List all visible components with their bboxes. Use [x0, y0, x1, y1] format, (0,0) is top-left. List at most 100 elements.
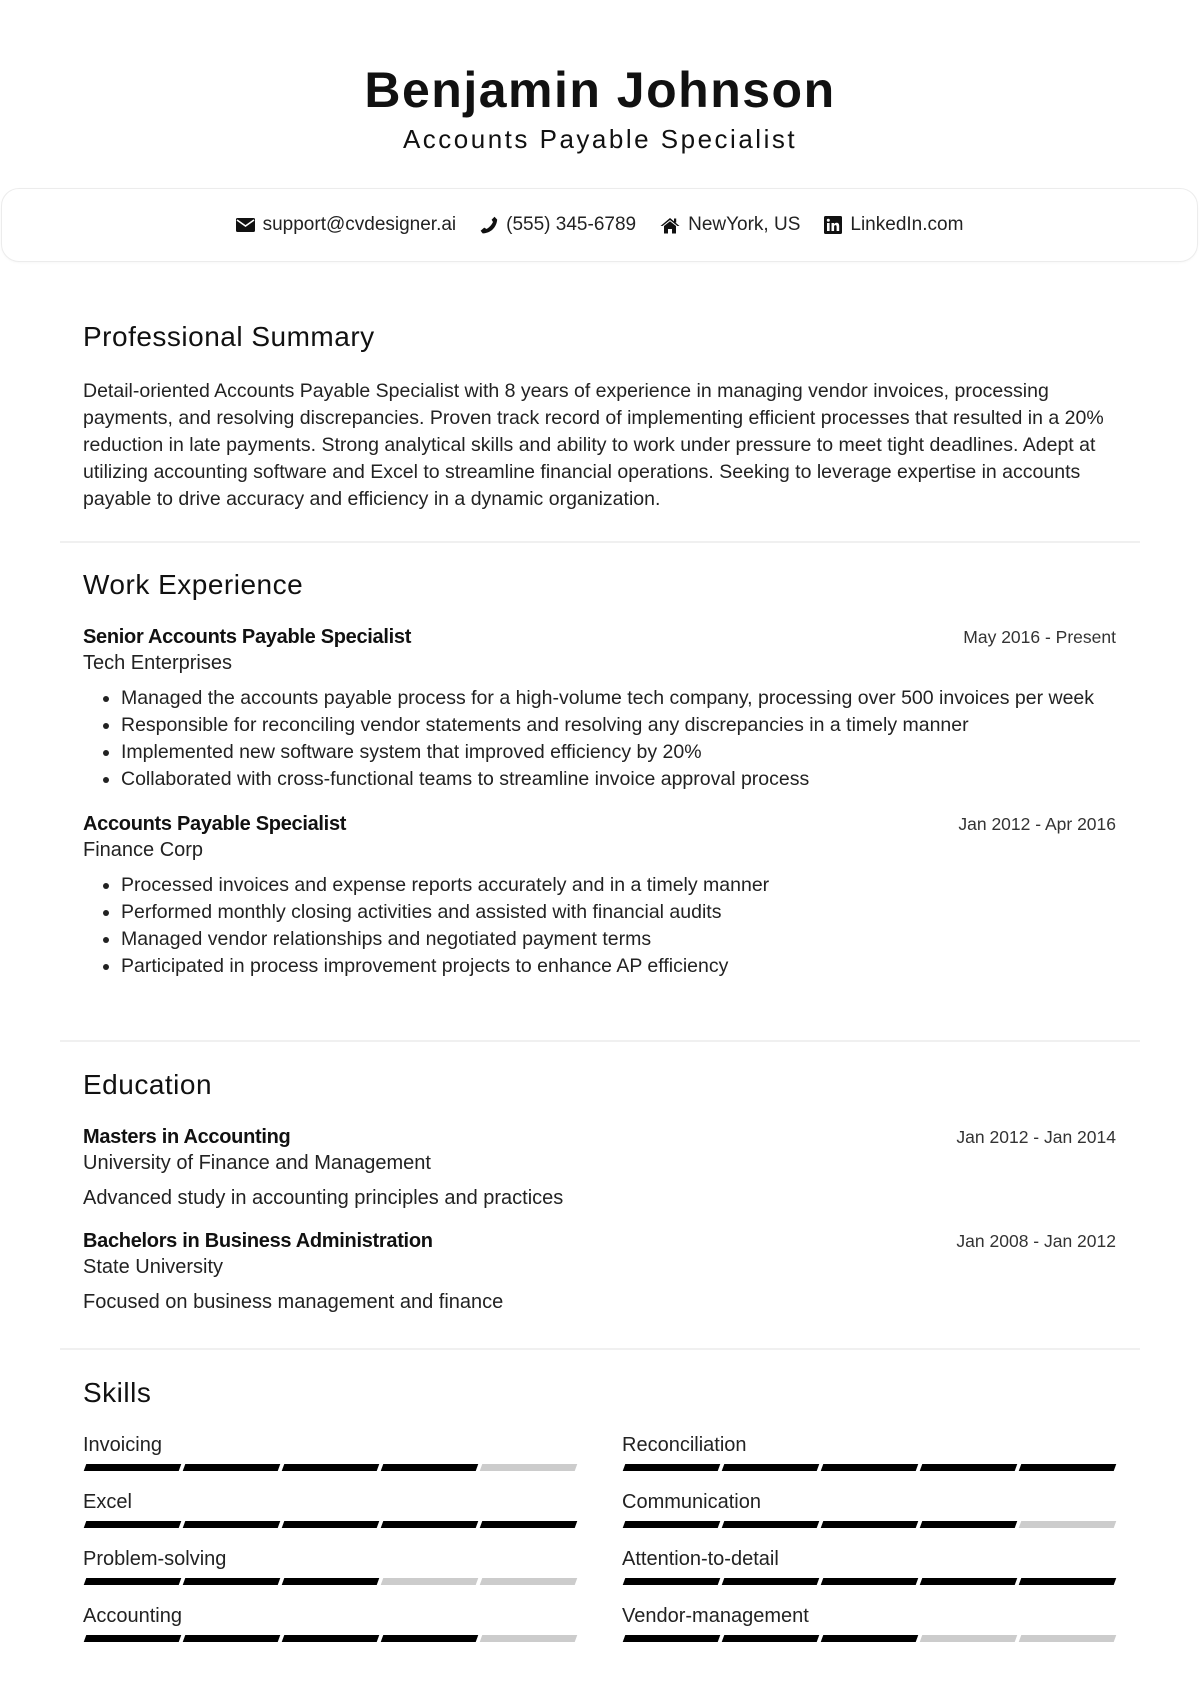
- skill-level-segment-filled: [83, 1464, 182, 1471]
- home-icon: [660, 217, 680, 234]
- school: State University: [83, 1256, 224, 1278]
- education-dates: Jan 2008 - Jan 2012: [956, 1231, 1116, 1251]
- education-heading: Education: [83, 1069, 213, 1100]
- envelope-icon: [235, 217, 255, 233]
- skill-level-segment-filled: [380, 1635, 479, 1642]
- skill-level-segment-filled: [919, 1464, 1018, 1471]
- contact-email[interactable]: support@cvdesigner.ai: [235, 214, 457, 236]
- linkedin-icon: [824, 216, 843, 234]
- skill-level-meter: [83, 1521, 578, 1528]
- job-entry: Accounts Payable Specialist Jan 2012 - A…: [83, 811, 1116, 980]
- skill-name: Problem-solving: [83, 1548, 227, 1570]
- skill-level-segment-filled: [182, 1521, 281, 1528]
- job-bullet: Participated in process improvement proj…: [121, 953, 1116, 980]
- skill-name: Vendor-management: [622, 1605, 809, 1627]
- degree: Masters in Accounting: [83, 1126, 291, 1148]
- skill-level-segment-filled: [721, 1635, 820, 1642]
- education-section: Education Masters in Accounting Jan 2012…: [83, 1068, 1116, 1316]
- skills-grid: Invoicing Reconciliation Excel Communicatio…: [83, 1432, 1119, 1660]
- skill-level-segment-empty: [479, 1464, 578, 1471]
- skill-level-segment-empty: [479, 1578, 578, 1585]
- resume-header: Benjamin Johnson Accounts Payable Specia…: [0, 60, 1200, 156]
- job-company: Tech Enterprises: [83, 652, 232, 674]
- skills-section: Skills Invoicing Reconciliation Excel Commu…: [83, 1376, 1119, 1660]
- section-divider: [60, 541, 1140, 543]
- skill-item: Vendor-management: [622, 1603, 1119, 1660]
- skill-item: Reconciliation: [622, 1432, 1119, 1489]
- skill-level-segment-filled: [721, 1578, 820, 1585]
- skill-level-meter: [622, 1578, 1119, 1585]
- skill-name: Attention-to-detail: [622, 1548, 779, 1570]
- degree: Bachelors in Business Administration: [83, 1230, 433, 1252]
- job-bullet: Implemented new software system that imp…: [121, 739, 1116, 766]
- skill-level-segment-empty: [919, 1635, 1018, 1642]
- job-dates: May 2016 - Present: [963, 627, 1116, 647]
- skill-item: Invoicing: [83, 1432, 578, 1489]
- skill-level-segment-filled: [721, 1521, 820, 1528]
- education-dates: Jan 2012 - Jan 2014: [956, 1127, 1116, 1147]
- skill-level-segment-filled: [622, 1464, 721, 1471]
- summary-heading: Professional Summary: [83, 321, 375, 352]
- skill-level-segment-filled: [83, 1635, 182, 1642]
- skill-level-segment-empty: [1018, 1521, 1117, 1528]
- skill-level-segment-filled: [182, 1635, 281, 1642]
- job-title: Senior Accounts Payable Specialist: [83, 626, 412, 648]
- skill-level-segment-filled: [281, 1521, 380, 1528]
- skill-level-segment-filled: [182, 1578, 281, 1585]
- job-bullet: Managed vendor relationships and negotia…: [121, 926, 1116, 953]
- skill-level-segment-filled: [1018, 1464, 1117, 1471]
- candidate-name: Benjamin Johnson: [364, 62, 836, 118]
- skill-level-segment-filled: [1018, 1578, 1117, 1585]
- skill-level-meter: [622, 1521, 1119, 1528]
- skill-level-segment-filled: [820, 1578, 919, 1585]
- skill-level-segment-filled: [281, 1578, 380, 1585]
- skill-item: Accounting: [83, 1603, 578, 1660]
- section-divider: [60, 1348, 1140, 1350]
- skill-level-segment-filled: [182, 1464, 281, 1471]
- skill-item: Communication: [622, 1489, 1119, 1546]
- skill-level-meter: [83, 1635, 578, 1642]
- skill-item: Problem-solving: [83, 1546, 578, 1603]
- job-bullet: Managed the accounts payable process for…: [121, 685, 1116, 712]
- job-entry: Senior Accounts Payable Specialist May 2…: [83, 624, 1116, 793]
- contact-phone-text: (555) 345-6789: [506, 214, 637, 235]
- school: University of Finance and Management: [83, 1152, 431, 1174]
- section-divider: [60, 1040, 1140, 1042]
- skill-level-segment-filled: [622, 1635, 721, 1642]
- education-entry: Masters in Accounting Jan 2012 - Jan 201…: [83, 1124, 1116, 1212]
- phone-icon: [480, 216, 498, 234]
- contact-email-text: support@cvdesigner.ai: [262, 214, 457, 235]
- job-bullet: Responsible for reconciling vendor state…: [121, 712, 1116, 739]
- contact-linkedin[interactable]: LinkedIn.com: [824, 214, 963, 236]
- skill-name: Communication: [622, 1491, 761, 1513]
- contact-linkedin-text: LinkedIn.com: [850, 214, 964, 235]
- education-entry: Bachelors in Business Administration Jan…: [83, 1228, 1116, 1316]
- job-company: Finance Corp: [83, 839, 204, 861]
- skill-name: Invoicing: [83, 1434, 162, 1456]
- skill-level-segment-filled: [83, 1521, 182, 1528]
- experience-section: Work Experience Senior Accounts Payable …: [83, 568, 1116, 980]
- skill-level-segment-filled: [479, 1521, 578, 1528]
- skill-level-segment-filled: [919, 1521, 1018, 1528]
- skill-level-segment-filled: [380, 1464, 479, 1471]
- education-description: Focused on business management and finan…: [83, 1291, 504, 1313]
- skill-level-segment-filled: [919, 1578, 1018, 1585]
- skill-level-segment-filled: [622, 1578, 721, 1585]
- contact-phone[interactable]: (555) 345-6789: [480, 214, 636, 236]
- skill-level-segment-filled: [820, 1635, 919, 1642]
- skill-level-segment-filled: [622, 1521, 721, 1528]
- education-description: Advanced study in accounting principles …: [83, 1187, 564, 1209]
- job-bullet: Collaborated with cross-functional teams…: [121, 766, 1116, 793]
- contact-bar: support@cvdesigner.ai (555) 345-6789 New…: [1, 188, 1198, 262]
- job-bullet: Performed monthly closing activities and…: [121, 899, 1116, 926]
- candidate-title: Accounts Payable Specialist: [402, 124, 798, 154]
- skill-level-meter: [622, 1464, 1119, 1471]
- skill-name: Accounting: [83, 1605, 182, 1627]
- skill-level-meter: [83, 1464, 578, 1471]
- skill-level-meter: [622, 1635, 1119, 1642]
- skill-level-segment-empty: [380, 1578, 479, 1585]
- skill-name: Excel: [83, 1491, 132, 1513]
- skill-level-segment-filled: [820, 1464, 919, 1471]
- skill-level-segment-filled: [281, 1635, 380, 1642]
- job-bullet: Processed invoices and expense reports a…: [121, 872, 1116, 899]
